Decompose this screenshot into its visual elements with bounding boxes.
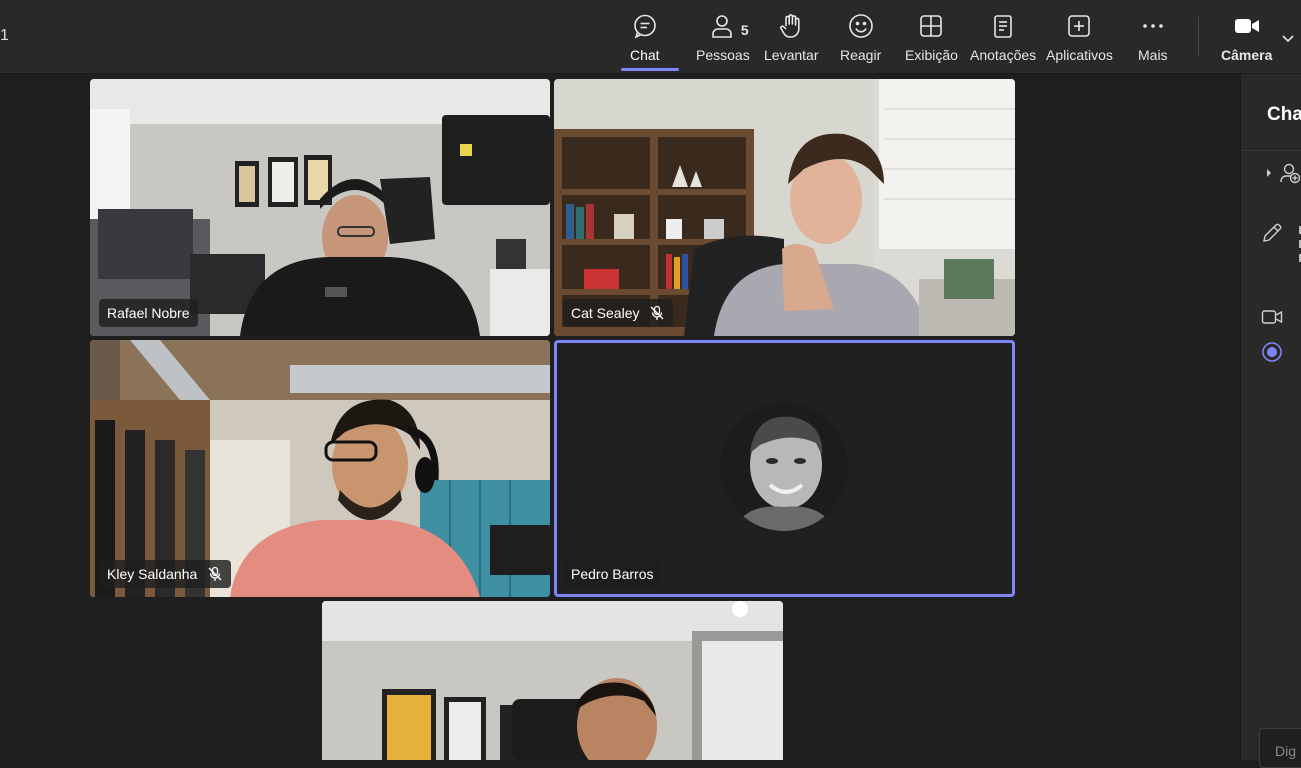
participant-name: Kley Saldanha [107,566,198,582]
video-tile-pedro[interactable]: Pedro Barros [554,340,1015,597]
active-tab-indicator [621,68,679,71]
participant-name-tag: Rafael Nobre [99,299,198,327]
chat-label: Chat [630,47,660,63]
people-label: Pessoas [696,47,750,63]
camera-button[interactable]: Câmera [1221,8,1272,68]
video-tile-cat[interactable]: Cat Sealey [554,79,1015,336]
participant-video [90,79,550,336]
participant-name: Pedro Barros [571,566,654,582]
raise-hand-label: Levantar [764,47,819,63]
chat-compose-input[interactable]: Dig [1259,728,1301,768]
participant-video [554,79,1015,336]
grid-icon [917,12,945,40]
chat-panel-title: Cha [1267,104,1301,125]
recording-icon[interactable] [1261,341,1283,363]
mic-off-icon [649,305,665,321]
mic-off-icon [207,566,223,582]
camera-icon [1233,12,1261,40]
participant-name-tag: Cat Sealey [563,299,674,327]
people-button[interactable]: 5 Pessoas [696,8,750,68]
notes-button[interactable]: Anotações [970,8,1036,68]
apps-button[interactable]: Aplicativos [1046,8,1113,68]
camera-label: Câmera [1221,47,1273,63]
participant-name: Cat Sealey [571,305,640,321]
toolbar-divider [1198,17,1199,57]
smiley-icon [847,12,875,40]
apps-label: Aplicativos [1046,47,1113,63]
raise-hand-button[interactable]: Levantar [764,8,818,68]
chat-panel: Cha Dig [1240,74,1301,768]
people-count: 5 [740,22,749,38]
add-people-icon[interactable] [1265,162,1301,184]
video-tile-rafael[interactable]: Rafael Nobre [90,79,550,336]
more-icon [1139,12,1167,40]
hand-icon [777,12,805,40]
more-label: Mais [1138,47,1168,63]
view-label: Exibição [905,47,958,63]
add-app-icon [1065,12,1093,40]
participant-name: Rafael Nobre [107,305,190,321]
chat-icon [631,12,659,40]
react-label: Reagir [840,47,882,63]
notes-label: Anotações [970,47,1037,63]
view-button[interactable]: Exibição [905,8,958,68]
more-button[interactable]: Mais [1138,8,1168,68]
participant-video [322,601,783,760]
pencil-icon[interactable] [1261,222,1283,244]
meeting-title-fragment: 1 [0,27,9,44]
video-tile-kley[interactable]: Kley Saldanha [90,340,550,597]
participant-name-tag: Pedro Barros [563,560,662,588]
panel-divider [1241,150,1301,151]
participant-video [90,340,550,597]
video-tile-self[interactable] [322,601,783,760]
participant-name-tag: Kley Saldanha [99,560,232,588]
camera-options-chevron-icon[interactable] [1281,31,1295,49]
chat-button[interactable]: Chat [630,8,660,68]
meeting-toolbar: 1 Chat 5 Pessoas Levantar Reagir Exibiçã… [0,0,1301,74]
react-button[interactable]: Reagir [840,8,881,68]
people-icon: 5 [709,12,749,40]
notes-icon [989,12,1017,40]
video-camera-icon[interactable] [1261,306,1283,328]
avatar [720,403,848,531]
